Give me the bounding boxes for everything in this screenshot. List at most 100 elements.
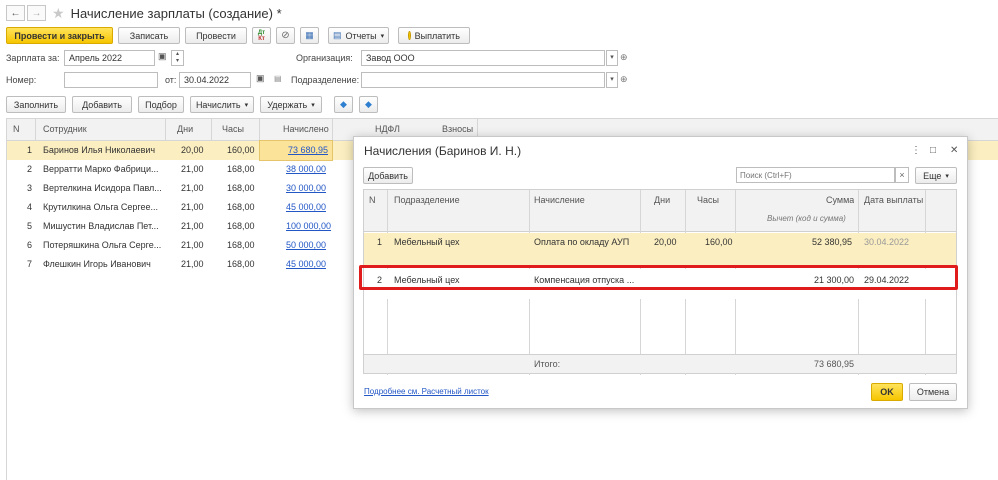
maximize-icon[interactable]: □ [930,145,936,156]
favorite-star-icon[interactable]: ★ [52,5,65,22]
reports-label: Отчеты [345,30,377,41]
dialog-more-menu[interactable]: Еще ▾ [915,167,957,184]
cell-employee: Крутилкина Ольга Сергее... [43,202,159,212]
total-value: 73 680,95 [814,359,855,369]
number-field[interactable] [64,72,158,88]
date-field[interactable]: 30.04.2022 [179,72,251,88]
open-link-icon[interactable]: ⊕ [620,52,628,63]
save-button[interactable]: Записать [118,27,180,44]
department-dropdown[interactable]: ▾ [606,72,618,88]
dialog-row[interactable]: 1 Мебельный цех Оплата по окладу АУП 20,… [364,233,956,268]
forward-button[interactable]: → [27,5,46,21]
cell-accrued[interactable]: 50 000,00 [286,236,326,255]
move-up-button[interactable]: ◆ [334,96,353,113]
department-icon: ▤ [274,74,282,83]
report-icon: ▤ [332,30,342,40]
col-accrued[interactable]: Начислено [283,120,329,139]
cell-employee: Баринов Илья Николаевич [43,145,156,155]
cell-hours: 168,00 [227,202,255,212]
select-button[interactable]: Подбор [138,96,184,113]
attach-button[interactable]: ⊘ [276,27,295,44]
cell-accrued[interactable]: 30 000,00 [286,179,326,198]
department-field[interactable] [361,72,605,88]
drow-dept: Мебельный цех [394,237,460,247]
total-label: Итого: [534,359,561,369]
post-and-close-button[interactable]: Провести и закрыть [6,27,113,44]
dcol-pay-date[interactable]: Дата выплаты [864,195,923,205]
calendar-icon[interactable]: ▣ [158,51,167,62]
dialog-table-footer: Итого: 73 680,95 [364,354,956,373]
drow-accrual: Оплата по окладу АУП [534,237,630,247]
cell-employee: Потеряшкина Ольга Серге... [43,240,162,250]
organization-dropdown[interactable]: ▾ [606,50,618,66]
cell-days: 21,00 [181,164,204,174]
open-link-icon[interactable]: ⊕ [620,74,628,85]
cell-n: 1 [27,145,33,155]
add-button[interactable]: Добавить [72,96,132,113]
cell-n: 7 [27,259,33,269]
cell-accrued[interactable]: 73 680,95 [259,140,333,161]
toolbar: Провести и закрыть Записать Провести Дт К… [6,27,470,44]
fill-button[interactable]: Заполнить [6,96,66,113]
withhold-menu[interactable]: Удержать ▾ [260,96,322,113]
chevron-down-icon: ▾ [945,172,949,180]
dcol-n[interactable]: N [369,195,376,205]
structure-button[interactable]: ▦ [300,27,319,44]
search-clear-button[interactable]: × [895,167,909,183]
post-button[interactable]: Провести [185,27,247,44]
cell-n: 6 [27,240,33,250]
arrow-left-icon: ← [10,7,21,19]
dcol-sum[interactable]: Сумма [826,195,854,205]
chevron-down-icon: ▾ [380,32,385,40]
col-n[interactable]: N [13,120,20,139]
cell-days: 20,00 [181,145,204,155]
dcol-days[interactable]: Дни [654,195,670,205]
salary-month-field[interactable]: Апрель 2022 [64,50,155,66]
cell-accrued[interactable]: 45 000,00 [286,198,326,217]
drow-sum: 52 380,95 [812,237,853,247]
dcol-dept[interactable]: Подразделение [394,195,460,205]
arrow-down-icon: ◆ [365,99,372,109]
reports-menu[interactable]: ▤ Отчеты ▾ [328,27,389,44]
col-hours[interactable]: Часы [222,120,244,139]
drow-days: 20,00 [654,237,677,247]
more-options-icon[interactable]: ⋮ [911,145,921,156]
cell-hours: 168,00 [227,164,255,174]
cell-accrued[interactable]: 45 000,00 [286,255,326,274]
accrue-menu[interactable]: Начислить ▾ [190,96,254,113]
cell-days: 21,00 [181,240,204,250]
ok-button[interactable]: OK [871,383,903,401]
cell-employee: Мишустин Владислав Пет... [43,221,159,231]
dt-kt-icon: Дт Кт [257,29,266,42]
dialog-search-input[interactable] [736,167,895,183]
col-days[interactable]: Дни [177,120,193,139]
hierarchy-icon: ▦ [305,30,314,40]
payslip-link[interactable]: Подробнее см. Расчетный листок [364,387,489,396]
dt-kt-button[interactable]: Дт Кт [252,27,271,44]
cell-n: 4 [27,202,33,212]
back-button[interactable]: ← [6,5,25,21]
col-employee[interactable]: Сотрудник [43,120,87,139]
pay-label: Выплатить [414,30,460,41]
cell-days: 21,00 [181,221,204,231]
dialog-table-header: N Подразделение Начисление Дни Часы Сумм… [364,190,956,232]
cell-employee: Вертелкина Исидора Павл... [43,183,162,193]
pay-button[interactable]: Выплатить [398,27,470,44]
drow-pay-date: 30.04.2022 [864,237,910,247]
dcol-hours[interactable]: Часы [697,195,719,205]
dcol-deduct[interactable]: Вычет (код и сумма) [767,214,846,223]
cell-accrued[interactable]: 100 000,00 [286,217,331,236]
close-icon[interactable]: ✕ [950,145,958,156]
paperclip-icon: ⊘ [281,30,290,41]
arrow-right-icon: → [31,7,42,19]
cancel-button[interactable]: Отмена [909,383,957,401]
move-down-button[interactable]: ◆ [359,96,378,113]
organization-field[interactable]: Завод ООО [361,50,605,66]
month-stepper[interactable]: ▴ ▾ [171,50,184,66]
dcol-accrual[interactable]: Начисление [534,195,585,205]
title-bar: ← → ★ Начисление зарплаты (создание) * [6,4,282,22]
date-from-label: от: [165,75,177,85]
dialog-add-button[interactable]: Добавить [363,167,413,184]
calendar-icon[interactable]: ▣ [256,73,265,84]
cell-accrued[interactable]: 38 000,00 [286,160,326,179]
